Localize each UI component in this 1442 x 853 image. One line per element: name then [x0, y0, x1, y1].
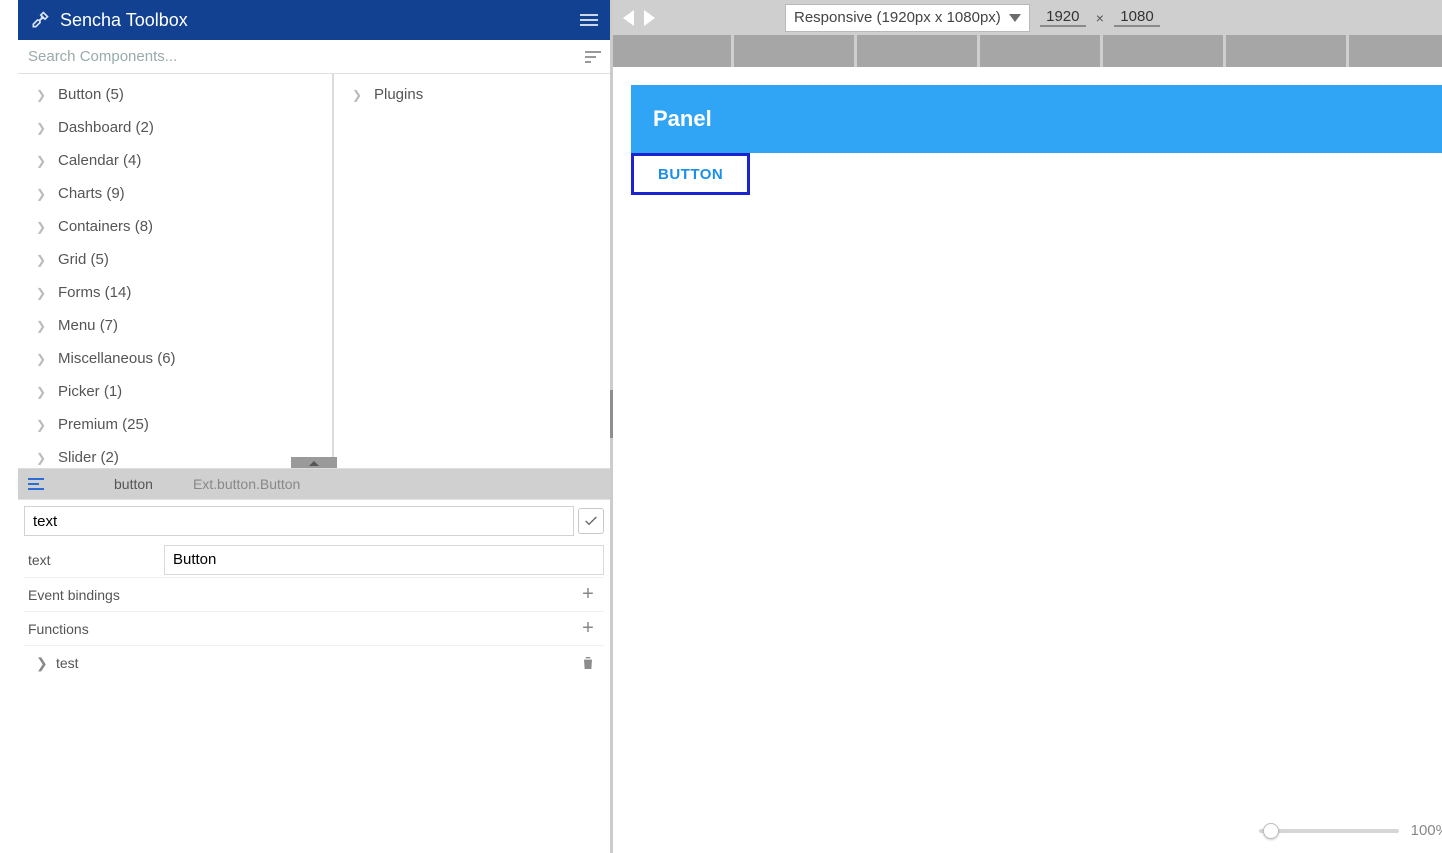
design-canvas[interactable]: Panel BUTTON 100% [613, 67, 1442, 853]
functions-section[interactable]: Functions + [24, 612, 604, 646]
chevron-right-icon: ❯ [36, 451, 52, 465]
tree-item[interactable]: ❯ Premium (25) [18, 408, 332, 441]
tree-item[interactable]: ❯ Picker (1) [18, 375, 332, 408]
chevron-down-icon [1009, 14, 1021, 22]
event-bindings-section[interactable]: Event bindings + [24, 578, 604, 612]
nav-back-button[interactable] [623, 10, 634, 26]
panel-header[interactable]: Panel [631, 85, 1442, 153]
toolbox-panel: Sencha Toolbox ❯ Button (5) ❯ Dashboard (2… [0, 0, 613, 853]
zoom-label: 100% [1411, 822, 1442, 839]
tree-item-label: Plugins [374, 86, 423, 103]
tree-item[interactable]: ❯ Slider (2) [18, 441, 332, 468]
component-tree-right[interactable]: ❯ Plugins [334, 74, 610, 468]
section-label: Event bindings [28, 587, 120, 603]
sort-icon[interactable] [576, 40, 610, 74]
preview-tab[interactable] [1349, 35, 1442, 67]
preview-tab[interactable] [857, 35, 977, 67]
tree-item[interactable]: ❯ Forms (14) [18, 276, 332, 309]
chevron-right-icon: ❯ [36, 121, 52, 135]
tree-item-label: Button (5) [58, 86, 124, 103]
preview-panel: Responsive (1920px x 1080px) × Panel BUT… [613, 0, 1442, 853]
chevron-right-icon: ❯ [36, 655, 52, 672]
property-xtype: button [114, 476, 153, 492]
property-filter-input[interactable] [24, 506, 574, 536]
property-menu-icon[interactable] [28, 478, 54, 490]
tree-item-label: Forms (14) [58, 284, 131, 301]
tree-item-label: Picker (1) [58, 383, 122, 400]
function-item[interactable]: ❯ test [24, 646, 604, 680]
component-tree-left[interactable]: ❯ Button (5) ❯ Dashboard (2) ❯ Calendar (4)… [18, 74, 334, 468]
add-function-button[interactable]: + [576, 617, 600, 640]
nav-forward-button[interactable] [644, 10, 655, 26]
chevron-right-icon: ❯ [36, 220, 52, 234]
preview-tab[interactable] [734, 35, 854, 67]
property-label: text [24, 552, 164, 568]
tree-item-label: Miscellaneous (6) [58, 350, 176, 367]
component-tree: ❯ Button (5) ❯ Dashboard (2) ❯ Calendar (4)… [18, 74, 610, 469]
preview-tabstrip [613, 35, 1442, 67]
preview-tab[interactable] [980, 35, 1100, 67]
chevron-right-icon: ❯ [36, 418, 52, 432]
chevron-right-icon: ❯ [36, 154, 52, 168]
device-label: Responsive (1920px x 1080px) [794, 9, 1001, 26]
toolbox-title: Sencha Toolbox [60, 10, 188, 31]
zoom-thumb[interactable] [1263, 823, 1279, 839]
preview-tab[interactable] [613, 35, 731, 67]
tree-item[interactable]: ❯ Grid (5) [18, 243, 332, 276]
property-header: button Ext.button.Button [18, 469, 610, 499]
tree-item-label: Premium (25) [58, 416, 149, 433]
preview-tab[interactable] [1103, 35, 1223, 67]
section-label: Functions [28, 621, 89, 637]
chevron-right-icon: ❯ [36, 352, 52, 366]
tree-item[interactable]: ❯ Containers (8) [18, 210, 332, 243]
panel-component[interactable]: Panel BUTTON [631, 85, 1442, 195]
tree-item[interactable]: ❯ Charts (9) [18, 177, 332, 210]
preview-tab[interactable] [1226, 35, 1346, 67]
chevron-right-icon: ❯ [352, 88, 368, 102]
chevron-right-icon: ❯ [36, 187, 52, 201]
chevron-right-icon: ❯ [36, 88, 52, 102]
preview-width-input[interactable] [1040, 8, 1086, 27]
tree-item[interactable]: ❯ Calendar (4) [18, 144, 332, 177]
tree-item-label: Charts (9) [58, 185, 125, 202]
tools-icon [30, 10, 50, 30]
tree-collapse-handle[interactable] [291, 457, 337, 469]
panel-title: Panel [653, 106, 712, 132]
property-filter-toggle[interactable] [578, 508, 604, 534]
search-row [18, 40, 610, 74]
tree-item-label: Containers (8) [58, 218, 153, 235]
toolbox-titlebar: Sencha Toolbox [18, 0, 610, 40]
property-body: text Event bindings + Functions + ❯ test [18, 499, 610, 686]
tree-item-label: Slider (2) [58, 449, 119, 466]
tree-item-label: Grid (5) [58, 251, 109, 268]
chevron-right-icon: ❯ [36, 385, 52, 399]
preview-height-input[interactable] [1114, 8, 1160, 27]
tree-item[interactable]: ❯ Button (5) [18, 78, 332, 111]
function-item-label: test [56, 655, 79, 671]
tree-item[interactable]: ❯ Menu (7) [18, 309, 332, 342]
property-row: text [24, 542, 604, 578]
device-selector[interactable]: Responsive (1920px x 1080px) [785, 4, 1030, 32]
chevron-right-icon: ❯ [36, 253, 52, 267]
search-input[interactable] [18, 42, 576, 71]
chevron-right-icon: ❯ [36, 286, 52, 300]
tree-item-label: Dashboard (2) [58, 119, 154, 136]
zoom-control: 100% [1259, 822, 1442, 839]
tree-item-label: Calendar (4) [58, 152, 141, 169]
preview-toolbar: Responsive (1920px x 1080px) × [613, 0, 1442, 35]
tree-item[interactable]: ❯ Plugins [334, 78, 610, 111]
menu-icon[interactable] [580, 14, 598, 26]
add-event-button[interactable]: + [576, 583, 600, 606]
tree-item[interactable]: ❯ Dashboard (2) [18, 111, 332, 144]
property-classname: Ext.button.Button [193, 476, 300, 492]
chevron-right-icon: ❯ [36, 319, 52, 333]
tree-item-label: Menu (7) [58, 317, 118, 334]
panel-body[interactable]: BUTTON [631, 153, 1442, 195]
button-component[interactable]: BUTTON [631, 153, 750, 195]
tree-item[interactable]: ❯ Miscellaneous (6) [18, 342, 332, 375]
dimension-separator: × [1096, 10, 1104, 26]
zoom-slider[interactable] [1259, 829, 1399, 833]
property-value-input[interactable] [164, 545, 604, 575]
delete-function-button[interactable] [580, 654, 604, 672]
